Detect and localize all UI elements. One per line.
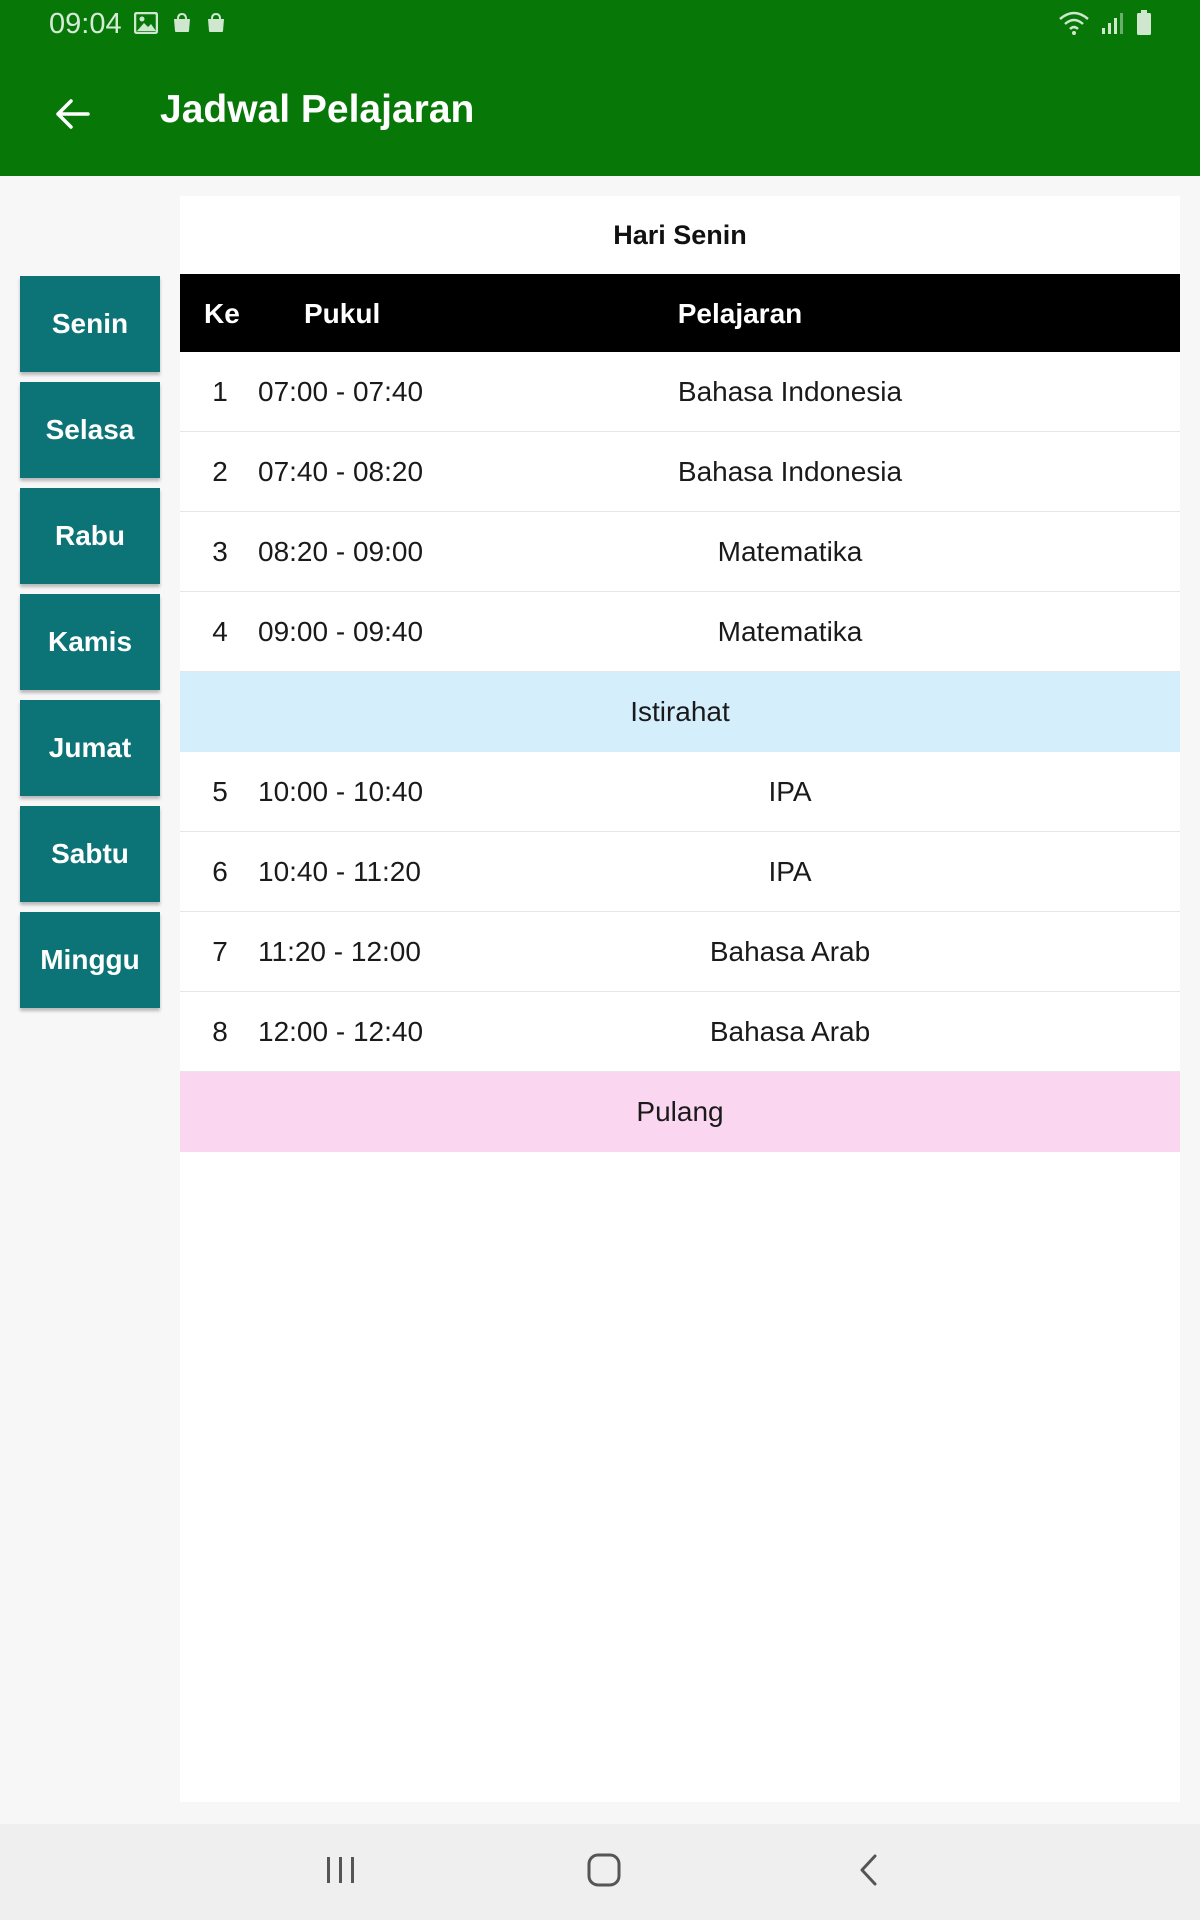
- row-ke: 7: [212, 936, 228, 967]
- table-row: 5 10:00 - 10:40 IPA: [180, 752, 1180, 832]
- row-ke: 3: [212, 536, 228, 567]
- schedule-title: Hari Senin: [613, 219, 747, 250]
- home-button[interactable]: [574, 1842, 634, 1902]
- day-button-senin[interactable]: Senin: [20, 276, 160, 372]
- status-time: 09:04: [49, 8, 122, 40]
- row-ke: 6: [212, 856, 228, 887]
- row-pelajaran: Matematika: [717, 616, 863, 647]
- recent-apps-icon: [324, 1855, 358, 1890]
- row-pukul: 08:20 - 09:00: [258, 536, 424, 567]
- table-row: 6 10:40 - 11:20 IPA: [180, 832, 1180, 912]
- image-icon: [133, 11, 159, 39]
- table-row: 2 07:40 - 08:20 Bahasa Indonesia: [180, 432, 1180, 512]
- header-ke: Ke: [204, 298, 240, 329]
- break-row: Istirahat: [180, 672, 1180, 752]
- row-pelajaran: IPA: [768, 776, 812, 807]
- app-bar: Jadwal Pelajaran: [0, 50, 1200, 176]
- page-title: Jadwal Pelajaran: [160, 88, 475, 131]
- day-button-selasa[interactable]: Selasa: [20, 382, 160, 478]
- row-ke: 4: [212, 616, 228, 647]
- row-pukul: 12:00 - 12:40: [258, 1016, 424, 1047]
- row-pelajaran: Bahasa Indonesia: [677, 376, 903, 407]
- row-pelajaran: Bahasa Indonesia: [677, 456, 903, 487]
- back-button[interactable]: [42, 86, 102, 146]
- navigation-bar: [0, 1824, 1200, 1920]
- status-icons-right: [1058, 10, 1152, 41]
- day-button-sabtu[interactable]: Sabtu: [20, 806, 160, 902]
- table-row: 8 12:00 - 12:40 Bahasa Arab: [180, 992, 1180, 1072]
- table-header: Ke Pukul Pelajaran: [180, 274, 1180, 352]
- nav-back-button[interactable]: [838, 1842, 898, 1902]
- day-button-jumat[interactable]: Jumat: [20, 700, 160, 796]
- arrow-left-icon: [54, 98, 90, 135]
- row-pelajaran: IPA: [768, 856, 812, 887]
- schedule-panel: Hari Senin Ke Pukul Pelajaran 1 07:00 - …: [180, 196, 1180, 1802]
- status-icons-left: [133, 11, 226, 39]
- signal-icon: [1100, 11, 1126, 40]
- row-pukul: 10:00 - 10:40: [258, 776, 424, 807]
- row-pelajaran: Bahasa Arab: [709, 936, 871, 967]
- header-pelajaran: Pelajaran: [677, 298, 803, 329]
- header-pukul: Pukul: [304, 298, 381, 329]
- end-row: Pulang: [180, 1072, 1180, 1152]
- bag-icon: [206, 12, 226, 38]
- row-pelajaran: Matematika: [717, 536, 863, 567]
- status-bar: 09:04: [0, 0, 1200, 50]
- table-row: 3 08:20 - 09:00 Matematika: [180, 512, 1180, 592]
- home-icon: [586, 1852, 622, 1893]
- row-ke: 5: [212, 776, 228, 807]
- row-pukul: 09:00 - 09:40: [258, 616, 424, 647]
- table-row: 4 09:00 - 09:40 Matematika: [180, 592, 1180, 672]
- row-pukul: 11:20 - 12:00: [258, 936, 421, 967]
- day-selector: Senin Selasa Rabu Kamis Jumat Sabtu Ming…: [20, 276, 160, 1018]
- back-icon: [857, 1853, 879, 1892]
- row-ke: 1: [212, 376, 228, 407]
- row-pukul: 10:40 - 11:20: [258, 856, 421, 887]
- row-pelajaran: Bahasa Arab: [709, 1016, 871, 1047]
- row-pukul: 07:40 - 08:20: [258, 456, 424, 487]
- table-row: 1 07:00 - 07:40 Bahasa Indonesia: [180, 352, 1180, 432]
- row-ke: 8: [212, 1016, 228, 1047]
- row-ke: 2: [212, 456, 228, 487]
- day-button-minggu[interactable]: Minggu: [20, 912, 160, 1008]
- row-pukul: 07:00 - 07:40: [258, 376, 424, 407]
- bag-icon: [172, 12, 192, 38]
- wifi-icon: [1058, 10, 1090, 41]
- battery-icon: [1136, 10, 1152, 41]
- day-button-rabu[interactable]: Rabu: [20, 488, 160, 584]
- day-button-kamis[interactable]: Kamis: [20, 594, 160, 690]
- table-row: 7 11:20 - 12:00 Bahasa Arab: [180, 912, 1180, 992]
- recent-apps-button[interactable]: [311, 1842, 371, 1902]
